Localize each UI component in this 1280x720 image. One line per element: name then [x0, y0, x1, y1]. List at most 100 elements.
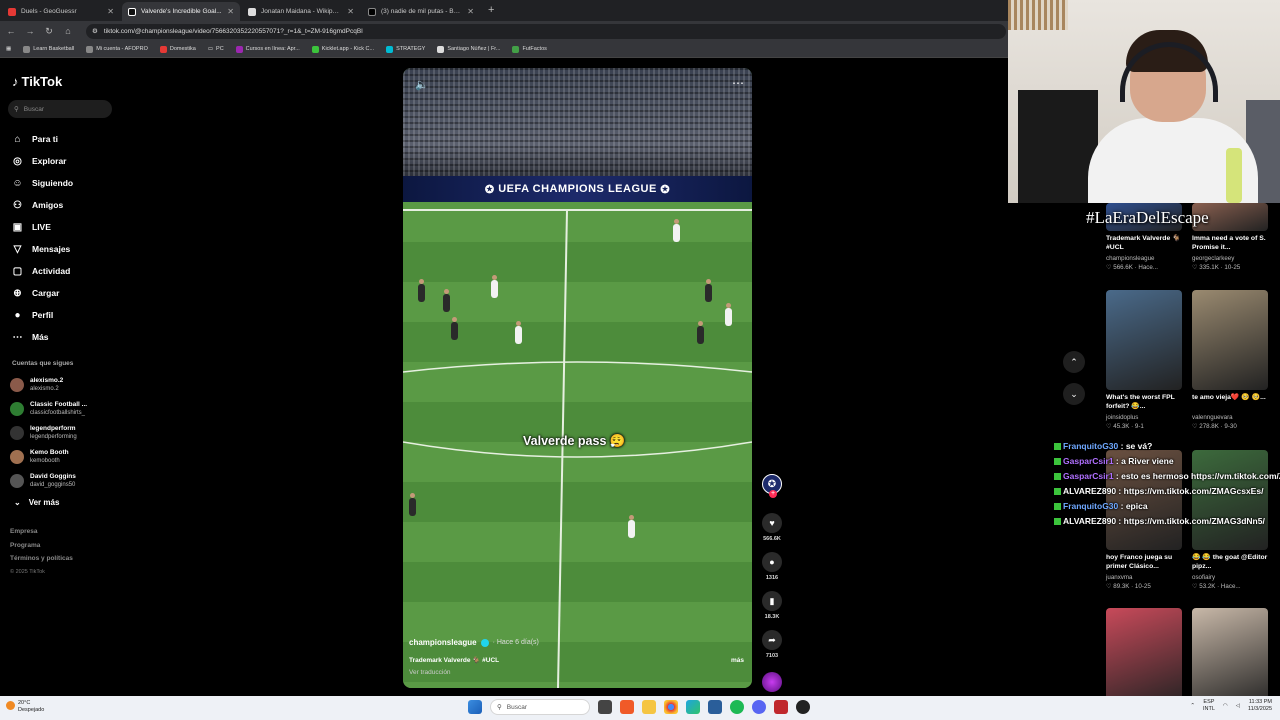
edge-icon[interactable]: [686, 700, 700, 714]
chat-message: FranquitoG30 : se vá?: [1054, 439, 1280, 454]
recommended-video[interactable]: [1192, 608, 1268, 696]
taskbar-search[interactable]: ⚲ Buscar: [490, 699, 590, 715]
reload-icon[interactable]: ↻: [44, 26, 54, 37]
language-indicator[interactable]: ESP INTL: [1203, 699, 1215, 713]
obs-icon[interactable]: [796, 700, 810, 714]
chrome-icon[interactable]: [664, 700, 678, 714]
video-thumbnail[interactable]: [1106, 608, 1182, 696]
sidebar-item-m-s[interactable]: ⋯ Más: [12, 326, 122, 348]
chat-username[interactable]: GasparCsir1: [1063, 456, 1114, 466]
recommended-video[interactable]: What's the worst FPL forfeit? 😂... joinsi…: [1106, 290, 1182, 430]
home-icon[interactable]: ⌂: [63, 26, 73, 36]
start-icon[interactable]: [468, 700, 482, 714]
sidebar-item-mensajes[interactable]: ▽ Mensajes: [12, 238, 122, 260]
followed-account[interactable]: legendperform legendperforming: [10, 421, 122, 445]
followed-account[interactable]: David Goggins david_goggins50: [10, 469, 122, 493]
video-thumbnail[interactable]: [1106, 290, 1182, 390]
volume-icon[interactable]: 🔈: [415, 78, 429, 91]
music-disc-icon[interactable]: [762, 672, 782, 692]
sidebar-item-cargar[interactable]: ⊕ Cargar: [12, 282, 122, 304]
footer-link-programa[interactable]: Programa: [10, 542, 73, 556]
sidebar-item-actividad[interactable]: ▢ Actividad: [12, 260, 122, 282]
browser-tab-geoguessr[interactable]: Duels - GeoGuessr ✕: [2, 2, 120, 21]
discord-icon[interactable]: [752, 700, 766, 714]
next-video-button[interactable]: ⌄: [1063, 383, 1085, 405]
sidebar-item-para-ti[interactable]: ⌂ Para ti: [12, 128, 122, 150]
tiktok-logo[interactable]: ♪ TikTok: [12, 74, 62, 89]
close-tab-icon[interactable]: ✕: [227, 7, 234, 16]
share-button[interactable]: ➦: [762, 630, 782, 650]
sidebar-item-live[interactable]: ▣ LIVE: [12, 216, 122, 238]
comment-button[interactable]: ●: [762, 552, 782, 572]
spotify-icon[interactable]: [730, 700, 744, 714]
followed-account[interactable]: alexismo.2 alexismo.2: [10, 373, 122, 397]
bookmark-item[interactable]: STRATEGY: [386, 45, 425, 53]
footer-link-terms[interactable]: Términos y políticas: [10, 555, 73, 569]
translate-link[interactable]: Ver traducción: [409, 669, 745, 676]
forward-icon[interactable]: →: [25, 26, 35, 36]
sidebar-nav: ⌂ Para ti ◎ Explorar ☺ Siguiendo ⚇ Amigos ▣ LIVE ▽…: [12, 128, 122, 348]
follow-plus-icon[interactable]: +: [769, 490, 777, 498]
bookmark-item[interactable]: Domestika: [159, 45, 196, 53]
sidebar-item-explorar[interactable]: ◎ Explorar: [12, 150, 122, 172]
save-button[interactable]: ▮: [762, 591, 782, 611]
see-more-button[interactable]: ⌄ Ver más: [14, 498, 59, 507]
taskbar-search-label: Buscar: [506, 703, 527, 711]
clock[interactable]: 11:33 PM 11/3/2025: [1248, 699, 1272, 713]
chat-username[interactable]: ALVAREZ890: [1063, 516, 1116, 526]
recommended-video[interactable]: [1106, 608, 1182, 696]
bookmark-item[interactable]: Cursos en línea: Apr...: [235, 45, 300, 53]
recommended-video[interactable]: te amo vieja❤️ 🥺 🥺... valennguevara ♡ 278.…: [1192, 290, 1268, 430]
calculator-icon[interactable]: [708, 700, 722, 714]
author-avatar[interactable]: ✪ +: [762, 474, 782, 498]
bookmark-folder[interactable]: ▭ PC: [208, 46, 224, 52]
video-thumbnail[interactable]: [1192, 608, 1268, 696]
bookmark-item[interactable]: Santiago Núñez | Fr...: [437, 45, 500, 53]
app-icon[interactable]: [774, 700, 788, 714]
close-tab-icon[interactable]: ✕: [347, 7, 354, 16]
sidebar-item-siguiendo[interactable]: ☺ Siguiendo: [12, 172, 122, 194]
video-player[interactable]: ✪ UEFA CHAMPIONS LEAGUE ✪ Valverde pass …: [403, 68, 752, 688]
more-options-icon[interactable]: ⋯: [732, 76, 744, 90]
chat-username[interactable]: FranquitoG30: [1063, 441, 1118, 451]
apps-icon[interactable]: ▦: [6, 46, 11, 52]
sidebar-item-amigos[interactable]: ⚇ Amigos: [12, 194, 122, 216]
site-info-icon[interactable]: ⚙: [92, 27, 98, 35]
more-link[interactable]: más: [731, 657, 744, 664]
volume-icon[interactable]: ◁: [1236, 703, 1240, 709]
wifi-icon[interactable]: ◠: [1223, 703, 1228, 709]
stadium-crowd: [403, 68, 752, 178]
browser-tab-wikipedia[interactable]: Jonatan Maidana - Wikipedia ✕: [242, 2, 360, 21]
bookmark-item[interactable]: Learn Basketball: [23, 45, 74, 53]
like-button[interactable]: ♥: [762, 513, 782, 533]
new-tab-icon[interactable]: +: [488, 2, 494, 21]
browser-tab-x[interactable]: (3) nadie de mil putas - Buscar ✕: [362, 2, 480, 21]
browser-tab-tiktok[interactable]: Valverde's Incredible Goal... ✕: [122, 2, 240, 21]
weather-widget[interactable]: 20°C Despejado: [6, 700, 44, 714]
previous-video-button[interactable]: ⌃: [1063, 351, 1085, 373]
video-thumbnail[interactable]: [1192, 290, 1268, 390]
temperature: 20°C: [18, 700, 31, 706]
close-tab-icon[interactable]: ✕: [107, 7, 114, 16]
close-tab-icon[interactable]: ✕: [467, 7, 474, 16]
url-field[interactable]: ⚙ tiktok.com/@championsleague/video/7566…: [86, 23, 1006, 39]
bookmark-item[interactable]: Mi cuenta - AFOPRO: [86, 45, 148, 53]
bookmark-item[interactable]: FutFactos: [512, 45, 547, 53]
followed-account[interactable]: Classic Football ... classicfootballshirt…: [10, 397, 122, 421]
chat-username[interactable]: ALVAREZ890: [1063, 486, 1116, 496]
sidebar-item-perfil[interactable]: ● Perfil: [12, 304, 122, 326]
file-explorer-icon[interactable]: [642, 700, 656, 714]
bookmark-item[interactable]: Kicklet.app - Kick C...: [311, 45, 374, 53]
footer-link-empresa[interactable]: Empresa: [10, 528, 73, 542]
browser-tab-bar: Duels - GeoGuessr ✕ Valverde's Incredibl…: [0, 0, 1008, 21]
task-view-icon[interactable]: [598, 700, 612, 714]
search-input[interactable]: ⚲ Buscar: [8, 100, 112, 118]
chat-username[interactable]: FranquitoG30: [1063, 501, 1118, 511]
video-author[interactable]: championsleague · Hace 6 día(s): [409, 638, 745, 647]
brave-icon[interactable]: [620, 700, 634, 714]
chevron-up-icon[interactable]: ⌃: [1190, 703, 1195, 709]
bookmark-label: FutFactos: [522, 46, 547, 52]
followed-account[interactable]: Kemo Booth kemobooth: [10, 445, 122, 469]
back-icon[interactable]: ←: [6, 26, 16, 36]
chat-username[interactable]: GasparCsir1: [1063, 471, 1114, 481]
